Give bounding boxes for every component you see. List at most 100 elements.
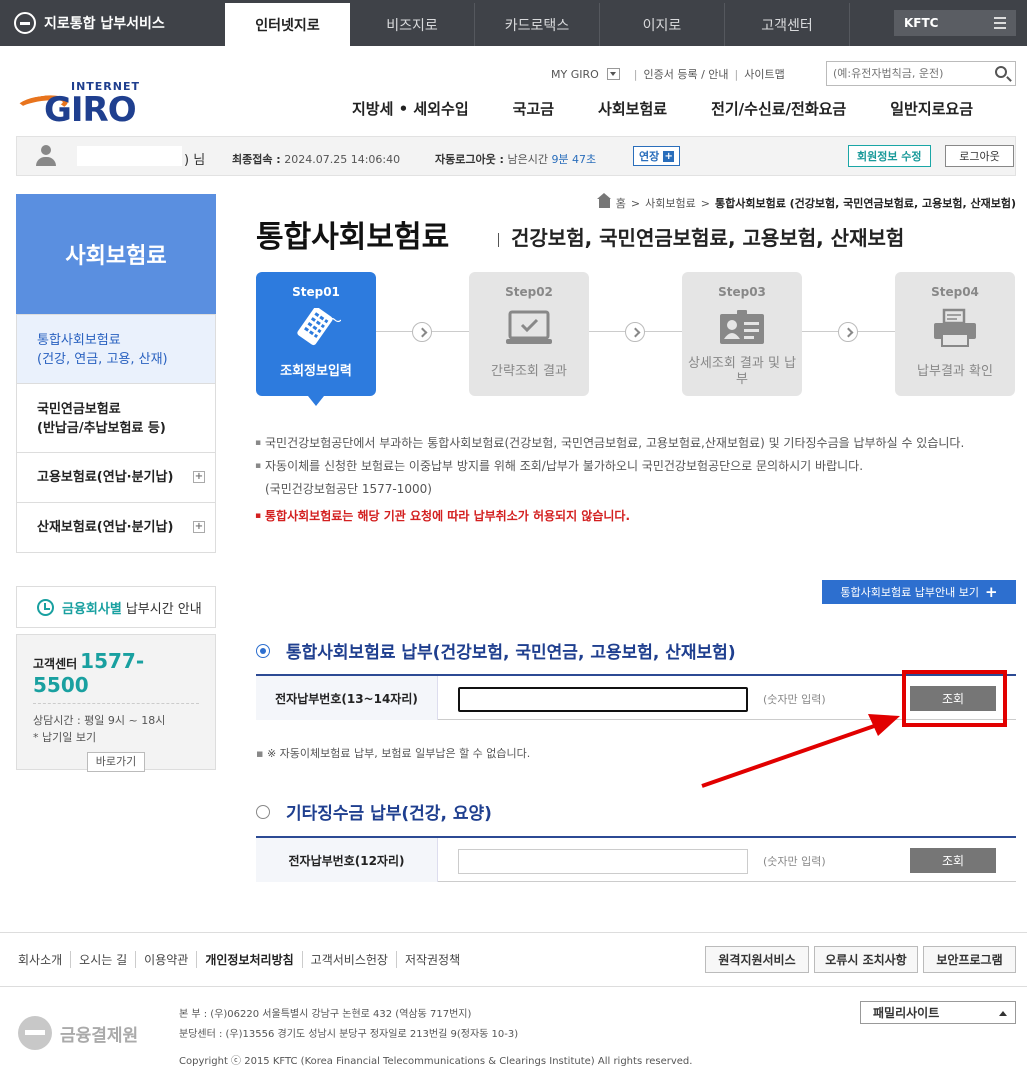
notice-item-warning: 통합사회보험료는 해당 기관 요청에 따라 납부취소가 허용되지 않습니다. (255, 505, 1015, 528)
step-4: Step04 납부결과 확인 (895, 272, 1015, 396)
footer-link-privacy[interactable]: 개인정보처리방침 (196, 951, 301, 968)
page-title: 통합사회보험료 (256, 220, 450, 255)
hamburger-icon (994, 17, 1006, 32)
footer-link-terms[interactable]: 이용약관 (135, 951, 196, 968)
footer-link-directions[interactable]: 오시는 길 (70, 951, 135, 968)
clock-icon (37, 598, 54, 616)
cs-due-date-link[interactable]: * 납기일 보기 (33, 729, 199, 746)
plus-icon: + (984, 583, 998, 601)
service-brand[interactable]: 지로통합 납부서비스 (14, 0, 165, 46)
annotation-arrow (701, 714, 900, 788)
cs-go-button[interactable]: 바로가기 (87, 752, 145, 772)
footer-link-copyright[interactable]: 저작권정책 (395, 951, 468, 968)
section1-warning: ※ 자동이체보험료 납부, 보험료 일부납은 할 수 없습니다. (256, 745, 530, 761)
footer-link-about[interactable]: 회사소개 (18, 951, 70, 968)
footer-address: 본 부 : (우)06220 서울특별시 강남구 논현로 432 (역삼동 71… (179, 1009, 519, 1040)
radio-other[interactable] (256, 804, 270, 819)
nav-local-tax[interactable]: 지방세 • 세외수입 (352, 98, 469, 119)
kftc-logo-icon (18, 1016, 52, 1050)
sidebar-item-integrated[interactable]: 통합사회보험료 (건강, 연금, 고용, 산재) (17, 314, 215, 383)
tab-customer-center[interactable]: 고객센터 (725, 3, 850, 46)
field-label: 전자납부번호(13~14자리) (256, 676, 438, 720)
footer-copyright: Copyright ⓒ 2015 KFTC (Korea Financial T… (179, 1056, 693, 1067)
user-avatar-icon (35, 145, 57, 167)
expand-icon[interactable]: + (193, 521, 205, 533)
my-giro-link[interactable]: MY GIRO (551, 68, 599, 81)
edit-member-info-button[interactable]: 회원정보 수정 (848, 145, 931, 167)
last-login: 최종접속 : 2024.07.25 14:06:40 (232, 153, 401, 166)
kftc-logo-icon (14, 12, 36, 34)
field-hint: (숫자만 입력) (763, 855, 826, 868)
security-program-button[interactable]: 보안프로그램 (923, 946, 1016, 973)
top-bar: 지로통합 납부서비스 인터넷지로 비즈지로 카드로택스 이지로 고객센터 KFT… (0, 0, 1027, 46)
sidebar-menu: 통합사회보험료 (건강, 연금, 고용, 산재) 국민연금보험료 (반납금/추납보험… (16, 314, 216, 553)
logo-giro-text: GIRO (44, 90, 137, 130)
field-label: 전자납부번호(12자리) (256, 838, 438, 882)
inquiry-button-2[interactable]: 조회 (910, 848, 996, 873)
sidebar-item-industrial-accident[interactable]: 산재보험료(연납·분기납) + (17, 502, 215, 552)
user-name-suffix: ) 님 (184, 153, 206, 168)
main-nav: 지방세 • 세외수입 국고금 사회보험료 전기/수신료/전화요금 일반지로요금 (352, 98, 973, 119)
kftc-footer-logo: 금융결제원 (18, 1016, 138, 1050)
my-giro-dropdown-icon[interactable] (606, 68, 620, 80)
remaining-time: 9분 47초 (551, 153, 597, 166)
internet-giro-logo[interactable]: INTERNET GIRO (15, 80, 144, 130)
plus-icon: + (663, 150, 675, 162)
breadcrumb: 홈 > 사회보험료 > 통합사회보험료 (건강보험, 국민연금보험료, 고용보험, … (596, 192, 1016, 211)
section-integrated-payment: 통합사회보험료 납부(건강보험, 국민연금, 고용보험, 산재보험) (256, 638, 736, 663)
remote-support-button[interactable]: 원격지원서비스 (705, 946, 809, 973)
id-card-icon (720, 310, 764, 344)
site-search (826, 61, 1016, 86)
search-icon[interactable] (995, 66, 1007, 78)
printer-icon (934, 308, 976, 347)
notice-item: 국민건강보험공단에서 부과하는 통합사회보험료(건강보험, 국민연금보험료, 고… (255, 432, 1015, 455)
monitor-check-icon (506, 310, 552, 344)
cert-link[interactable]: 인증서 등록 / 안내 (644, 66, 729, 82)
payment-hours-link[interactable]: 금융회사별 납부시간 안내 (16, 586, 216, 628)
step-arrow-icon (625, 322, 645, 342)
card-keypad-icon (297, 308, 341, 346)
tab-internet-giro[interactable]: 인터넷지로 (225, 3, 350, 46)
auto-logout: 자동로그아웃 : 남은시간 9분 47초 (435, 153, 597, 166)
notice-item: 자동이체를 신청한 보험료는 이중납부 방지를 위해 조회/납부가 불가하오니 … (255, 455, 1015, 478)
tab-card-ro-tax[interactable]: 카드로택스 (475, 3, 600, 46)
error-help-button[interactable]: 오류시 조치사항 (814, 946, 918, 973)
logout-button[interactable]: 로그아웃 (945, 145, 1014, 167)
radio-integrated[interactable] (256, 643, 270, 658)
sidebar-title: 사회보험료 (16, 194, 216, 314)
step-1: Step01 조회정보입력 (256, 272, 376, 406)
sidebar-item-national-pension[interactable]: 국민연금보험료 (반납금/추납보험료 등) (17, 383, 215, 452)
search-input[interactable] (827, 62, 987, 85)
utility-nav: MY GIRO | 인증서 등록 / 안내 | 사이트맵 (551, 66, 785, 82)
notice-item-phone: (국민건강보험공단 1577-1000) (265, 482, 432, 496)
cs-hours: 상담시간 : 평일 9시 ~ 18시 (33, 714, 166, 727)
nav-social-insurance[interactable]: 사회보험료 (598, 98, 667, 119)
home-icon[interactable] (596, 192, 611, 208)
tab-easy-giro[interactable]: 이지로 (600, 3, 725, 46)
notice-list: 국민건강보험공단에서 부과하는 통합사회보험료(건강보험, 국민연금보험료, 고… (255, 432, 1015, 528)
step-3: Step03 상세조회 결과 및 납부 (682, 272, 802, 396)
step-arrow-icon (412, 322, 432, 342)
user-name-redacted (77, 146, 182, 166)
kftc-menu-button[interactable]: KFTC (894, 10, 1016, 36)
nav-general-giro[interactable]: 일반지로요금 (890, 98, 973, 119)
sitemap-link[interactable]: 사이트맵 (744, 66, 784, 82)
annotation-highlight-box (902, 670, 1007, 727)
tab-biz-giro[interactable]: 비즈지로 (350, 3, 475, 46)
nav-utility-bills[interactable]: 전기/수신료/전화요금 (711, 98, 846, 119)
other-form-row: 전자납부번호(12자리) (숫자만 입력) 조회 (256, 836, 1016, 882)
step-2: Step02 간략조회 결과 (469, 272, 589, 396)
section-other-payment: 기타징수금 납부(건강, 요양) (256, 799, 492, 824)
family-site-select[interactable]: 패밀리사이트 (860, 1001, 1016, 1024)
sidebar-item-employment[interactable]: 고용보험료(연납·분기납) + (17, 452, 215, 502)
page-subtitle: 건강보험, 국민연금보험료, 고용보험, 산재보험 (498, 222, 904, 251)
nav-national-treasury[interactable]: 국고금 (513, 98, 554, 119)
step-arrow-icon (838, 322, 858, 342)
customer-center-box: 고객센터 1577-5500 상담시간 : 평일 9시 ~ 18시 * 납기일 보… (16, 634, 216, 772)
service-brand-label: 지로통합 납부서비스 (44, 16, 165, 32)
expand-icon[interactable]: + (193, 471, 205, 483)
extend-session-button[interactable]: 연장 + (633, 146, 681, 166)
footer-link-charter[interactable]: 고객서비스헌장 (301, 951, 396, 968)
payment-guide-button[interactable]: 통합사회보험료 납부안내 보기 + (822, 580, 1016, 604)
e-payment-number-input-12[interactable] (458, 849, 748, 874)
